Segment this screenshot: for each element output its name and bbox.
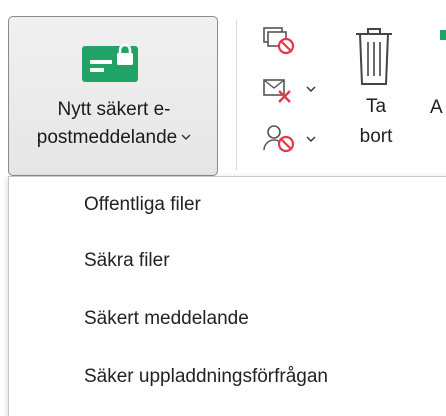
- delete-label-line2[interactable]: bort: [346, 123, 406, 151]
- secure-mail-icon: [82, 43, 138, 82]
- menu-item-secure-message[interactable]: Säkert meddelande: [9, 292, 445, 346]
- new-secure-email-label-line2: postmeddelande: [9, 124, 219, 152]
- menu-item-public-files[interactable]: Offentliga filer: [9, 178, 445, 232]
- ribbon-separator: [236, 20, 237, 170]
- new-secure-email-button[interactable]: Nytt säkert e- postmeddelande: [8, 16, 218, 176]
- truncated-green-icon: [440, 30, 446, 40]
- truncated-ribbon-label[interactable]: A: [430, 94, 443, 122]
- chevron-down-icon: [181, 134, 191, 141]
- junk-chevron-icon[interactable]: [306, 136, 316, 143]
- ribbon: Nytt säkert e- postmeddelande Ta bort A: [0, 0, 446, 178]
- menu-item-secure-files[interactable]: Säkra filer: [9, 234, 445, 288]
- menu-item-secure-upload-request[interactable]: Säker uppladdningsförfrågan: [9, 350, 445, 404]
- ignore-conversation-icon[interactable]: [262, 26, 296, 56]
- trash-icon[interactable]: [354, 26, 394, 88]
- new-secure-email-label-line1: Nytt säkert e-: [57, 99, 171, 120]
- clean-up-chevron-icon[interactable]: [306, 86, 316, 93]
- clean-up-icon[interactable]: [262, 76, 296, 106]
- junk-icon[interactable]: [262, 122, 296, 154]
- new-secure-email-label-text: postmeddelande: [36, 127, 178, 148]
- secure-email-dropdown-menu: Offentliga filer Säkra filer Säkert medd…: [8, 176, 446, 416]
- delete-label-line1[interactable]: Ta: [346, 93, 406, 121]
